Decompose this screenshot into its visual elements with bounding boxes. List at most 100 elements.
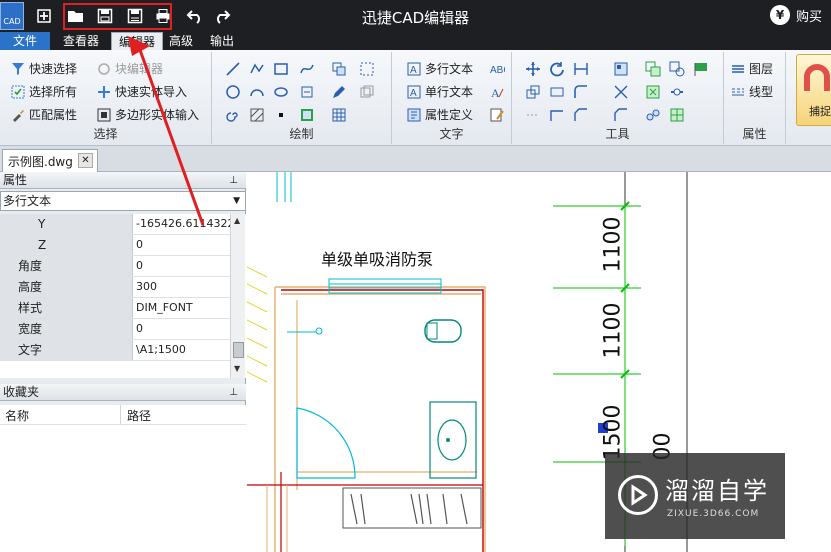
block-editor-label: 块编辑器 [115,62,164,76]
measure-icon[interactable] [644,106,662,124]
properties-panel-title: 属性 [3,173,28,187]
capture-label: 捕捉 [809,105,831,118]
scroll-down-icon[interactable]: ▼ [234,364,240,373]
quick-entity-import-button[interactable]: 快速实体导入 [96,83,187,100]
tab-output[interactable]: 输出 [204,32,240,50]
document-tab[interactable]: 示例图.dwg ✕ [2,149,98,172]
property-row[interactable]: 样式 DIM_FONT [0,298,230,319]
attribute-definition-label: 属性定义 [425,108,474,122]
property-name: 高度 [0,277,133,297]
ellipse-icon[interactable] [272,83,290,101]
close-tab-icon[interactable]: ✕ [78,153,93,168]
dimension-text[interactable]: 1100 [601,303,626,359]
text-pen-icon[interactable] [488,106,506,124]
ribbon-group-draw-label: 绘制 [289,127,314,141]
tab-viewer[interactable]: 查看器 [55,32,107,50]
region-icon[interactable] [298,83,316,101]
column-header-path[interactable]: 路径 [127,407,151,424]
scroll-up-icon[interactable]: ▲ [234,216,240,225]
ribbon-group-text-label: 文字 [439,127,464,141]
match-properties-button[interactable]: 匹配属性 [10,106,77,123]
arc-icon[interactable] [248,83,266,101]
linetype-button[interactable]: 线型 [730,83,773,100]
circle-icon[interactable] [224,83,242,101]
select-all-button[interactable]: 选择所有 [10,83,77,100]
rotate-icon[interactable] [548,60,566,78]
insert-table-icon[interactable] [668,106,686,124]
polygon-entity-input-button[interactable]: 多边形实体输入 [96,106,199,123]
buy-button[interactable]: ¥ 购买 [770,5,822,25]
chamfer-icon[interactable] [572,106,590,124]
scrollbar-thumb[interactable] [233,342,244,358]
property-row[interactable]: 宽度 0 [0,319,230,340]
line-icon[interactable] [224,60,242,78]
hatch-icon[interactable] [248,106,266,124]
fillet-icon[interactable] [572,83,590,101]
object-type-select[interactable]: 多行文本 ▼ [0,191,246,211]
mtext-label: 多行文本 [425,62,474,76]
image-icon[interactable] [298,106,316,124]
table-icon[interactable] [330,106,348,124]
attribute-definition-button[interactable]: 属性定义 [406,106,473,123]
text-edit-icon[interactable]: A [488,83,506,101]
hatch-select-icon[interactable] [358,60,376,78]
pin-icon[interactable]: ⊥ [229,172,238,189]
join-icon[interactable] [668,83,686,101]
block-editor-button[interactable]: 块编辑器 [96,60,163,77]
rectangle-icon[interactable] [272,60,290,78]
group-icon[interactable] [644,60,662,78]
room-label[interactable]: 单级单吸消防泵 [321,246,433,270]
copy-icon[interactable] [358,83,376,101]
tab-editor[interactable]: 编辑器 [111,32,163,50]
break-icon[interactable] [612,106,630,124]
property-row[interactable]: 角度 0 [0,256,230,277]
properties-panel-header: 属性 ⊥ [0,172,246,189]
single-text-button[interactable]: A 单行文本 [406,83,473,100]
trim-icon[interactable] [612,83,630,101]
property-row[interactable]: Z 0 [0,235,230,256]
column-header-name[interactable]: 名称 [5,407,29,424]
watermark-title: 溜溜自学 [665,477,769,505]
property-value: \A1;1500 [136,343,186,356]
scale-icon[interactable] [524,83,542,101]
text-style-icon[interactable]: ABC [488,60,506,78]
document-tab-name: 示例图.dwg [8,154,73,169]
dimension-text[interactable]: 1100 [601,217,626,273]
explode-icon[interactable] [644,83,662,101]
array-icon[interactable] [612,60,630,78]
match-properties-label: 匹配属性 [29,108,78,122]
offset-icon[interactable] [524,106,542,124]
mirror-icon[interactable] [572,60,590,78]
property-scrollbar[interactable]: ▲ ▼ [230,214,245,378]
property-row[interactable]: 文字 \A1;1500 [0,340,230,361]
favorites-list[interactable] [0,425,246,552]
mtext-button[interactable]: A 多行文本 [406,60,473,77]
layer-label: 图层 [749,62,774,76]
flag-icon[interactable] [692,60,710,78]
spiral-icon[interactable] [224,106,242,124]
property-row[interactable]: Y -165426.61143225 [0,214,230,235]
spline-icon[interactable] [298,60,316,78]
tab-file[interactable]: 文件 [0,32,50,50]
plus-import-icon [96,84,112,100]
insert-block-icon[interactable] [330,60,348,78]
layer-button[interactable]: 图层 [730,60,773,77]
ungroup-icon[interactable] [668,60,686,78]
property-row[interactable]: 高度 300 [0,277,230,298]
point-icon[interactable] [272,106,290,124]
quick-select-button[interactable]: 快速选择 [10,60,77,77]
extend-icon[interactable] [548,106,566,124]
watermark-url: ZIXUE.3D66.COM [667,509,760,519]
left-panel: 属性 ⊥ 多行文本 ▼ Y -165426.61143225 Z 0 角度 0 … [0,172,246,552]
stretch-icon[interactable] [548,83,566,101]
pin-icon[interactable]: ⊥ [229,384,238,401]
single-text-label: 单行文本 [425,85,474,99]
move-icon[interactable] [524,60,542,78]
svg-text:A: A [410,65,417,76]
capture-button[interactable]: 捕捉 [796,54,831,126]
polyline-icon[interactable] [248,60,266,78]
pencil-icon[interactable] [330,83,348,101]
tab-advanced[interactable]: 高级 [166,32,196,50]
layer-icon [730,61,746,77]
property-name: 角度 [0,256,133,276]
